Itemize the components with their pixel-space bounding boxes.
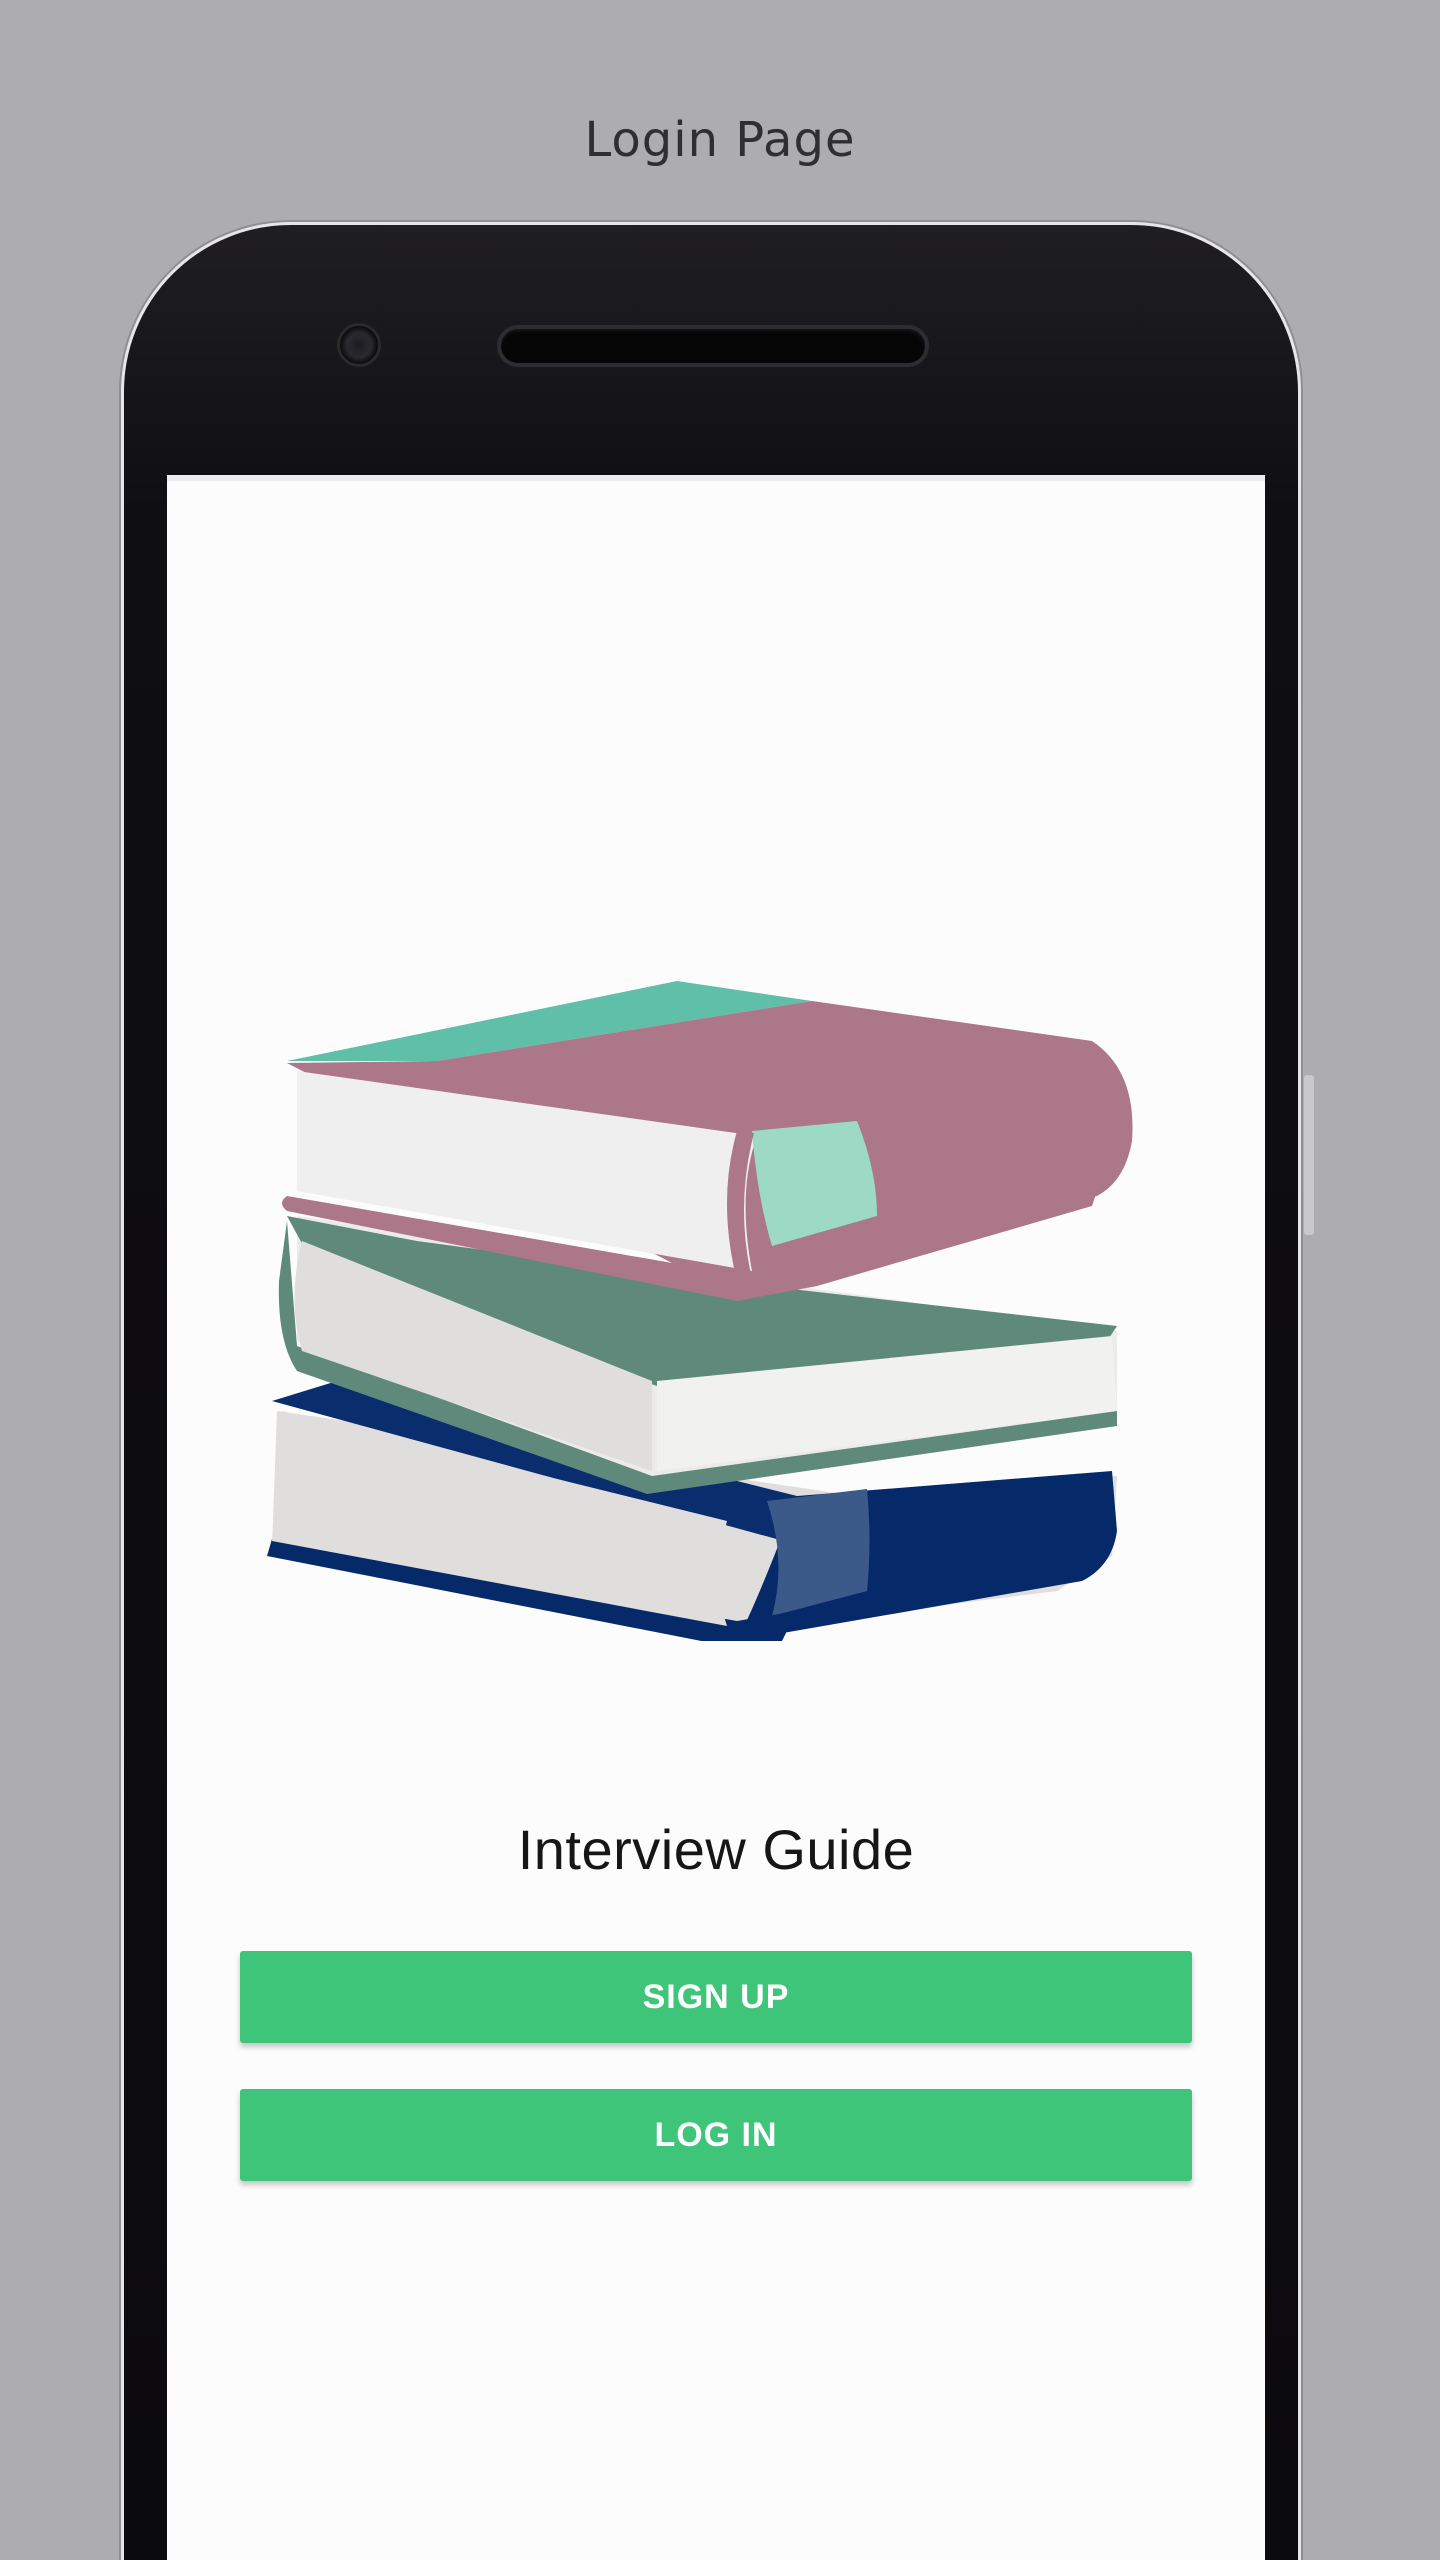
speaker-grille [497,325,929,367]
front-camera-icon [337,323,381,367]
books-logo-icon [267,981,1133,1641]
app-screen: Interview Guide SIGN UP LOG IN [167,475,1265,2560]
page-caption: Login Page [584,112,856,168]
phone-side-button [1304,1075,1314,1235]
app-title: Interview Guide [517,1818,915,1881]
sign-up-button[interactable]: SIGN UP [240,1951,1192,2043]
log-in-button[interactable]: LOG IN [240,2089,1192,2181]
phone-frame: Interview Guide SIGN UP LOG IN [121,222,1314,2560]
